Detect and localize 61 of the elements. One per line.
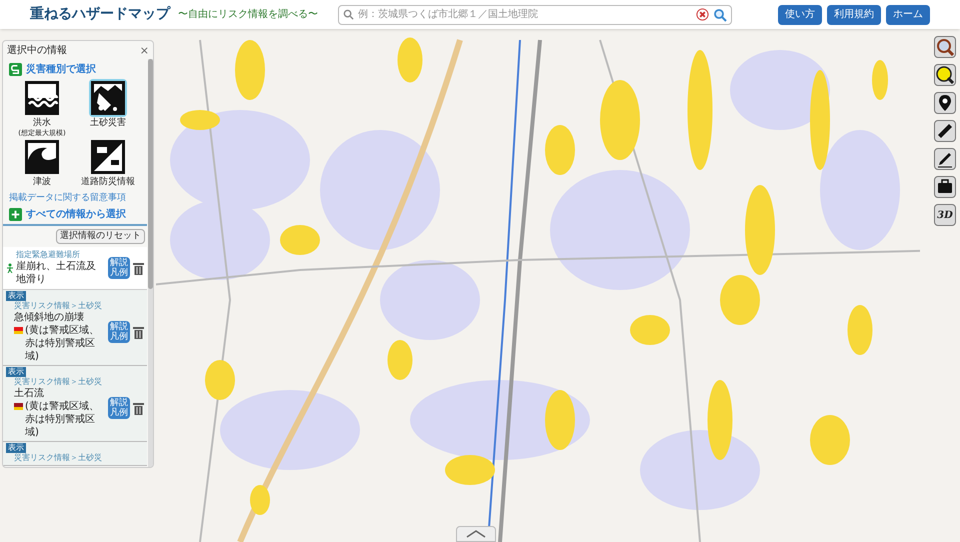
hazard-type-button[interactable]: 土砂災害 bbox=[75, 79, 141, 138]
trash-icon[interactable] bbox=[133, 262, 144, 274]
return-arrow-icon bbox=[9, 62, 22, 76]
layer-note: (黄は警戒区域、赤は特別警戒区域) bbox=[25, 324, 100, 363]
map-tool-button[interactable] bbox=[934, 148, 956, 170]
scrollbar[interactable] bbox=[148, 59, 153, 467]
trash-icon[interactable] bbox=[133, 326, 144, 338]
map-pin-icon bbox=[936, 94, 954, 112]
layer-category: 災害リスク情報＞土砂災 bbox=[14, 453, 103, 463]
road-icon bbox=[91, 140, 125, 174]
panel-title: 選択中の情報 bbox=[7, 44, 67, 58]
wave-icon bbox=[25, 81, 59, 115]
notice-link[interactable]: 掲載データに関する留意事項 bbox=[3, 192, 147, 206]
app-title: 重ねるハザードマップ bbox=[30, 5, 170, 24]
hazard-type-button[interactable]: 津波 bbox=[9, 138, 75, 188]
ruler-icon bbox=[936, 122, 954, 140]
map-tool-button[interactable] bbox=[934, 36, 956, 58]
app-subtitle: 〜自由にリスク情報を調べる〜 bbox=[178, 8, 318, 22]
map-tool-button[interactable] bbox=[934, 120, 956, 142]
warning-search-icon bbox=[936, 66, 954, 84]
search-icon bbox=[343, 9, 354, 20]
header-button[interactable]: 利用規約 bbox=[827, 4, 881, 24]
header-button[interactable]: 使い方 bbox=[778, 4, 822, 24]
layer-name: 急傾斜地の崩壊 bbox=[14, 311, 85, 324]
layer-name: 地滑り bbox=[16, 273, 47, 286]
tsunami-icon bbox=[25, 140, 59, 174]
map-tool-button[interactable] bbox=[934, 92, 956, 114]
layer-name: 崖崩れ、土石流及 bbox=[16, 260, 97, 273]
legend-button[interactable]: 解説凡例 bbox=[108, 397, 130, 419]
trash-icon[interactable] bbox=[133, 402, 144, 414]
plus-icon bbox=[9, 208, 22, 221]
visibility-badge[interactable]: 表示 bbox=[6, 291, 26, 301]
three-d-button[interactable]: 3D bbox=[934, 204, 956, 226]
header-button[interactable]: ホーム bbox=[886, 4, 930, 24]
close-button[interactable]: × bbox=[140, 44, 149, 56]
search-bar[interactable]: 例：茨城県つくば市北郷１／国土地理院 bbox=[338, 4, 732, 24]
search-icon bbox=[936, 38, 954, 56]
briefcase-icon bbox=[936, 178, 954, 196]
layer-name: 土石流 bbox=[14, 387, 45, 400]
search-field[interactable]: 例：茨城県つくば市北郷１／国土地理院 bbox=[358, 7, 692, 22]
visibility-badge[interactable]: 表示 bbox=[6, 443, 26, 453]
reset-button[interactable]: 選択情報のリセット bbox=[56, 228, 145, 244]
layer-category: 指定緊急避難場所 bbox=[16, 250, 81, 260]
pencil-icon bbox=[936, 150, 954, 168]
hazard-type-button[interactable]: 道路防災情報 bbox=[75, 138, 141, 188]
section-heading: 災害種別で選択 bbox=[26, 62, 96, 76]
map-tool-button[interactable] bbox=[934, 64, 956, 86]
map-tool-button[interactable] bbox=[934, 176, 956, 198]
caret-up-icon bbox=[466, 530, 486, 538]
layer-category: 災害リスク情報＞土砂災 bbox=[14, 377, 103, 387]
clear-icon[interactable] bbox=[696, 8, 709, 21]
legend-button[interactable]: 解説凡例 bbox=[108, 257, 130, 279]
search-icon[interactable] bbox=[713, 8, 727, 22]
visibility-badge[interactable]: 表示 bbox=[6, 367, 26, 377]
legend-button[interactable]: 解説凡例 bbox=[108, 321, 130, 343]
landslide-icon bbox=[91, 81, 125, 115]
section-heading: すべての情報から選択 bbox=[26, 208, 126, 222]
layer-note: (黄は警戒区域、赤は特別警戒区域) bbox=[25, 400, 100, 439]
layer-category: 災害リスク情報＞土砂災 bbox=[14, 301, 103, 311]
person-icon bbox=[6, 263, 14, 273]
expand-button[interactable] bbox=[456, 526, 496, 542]
